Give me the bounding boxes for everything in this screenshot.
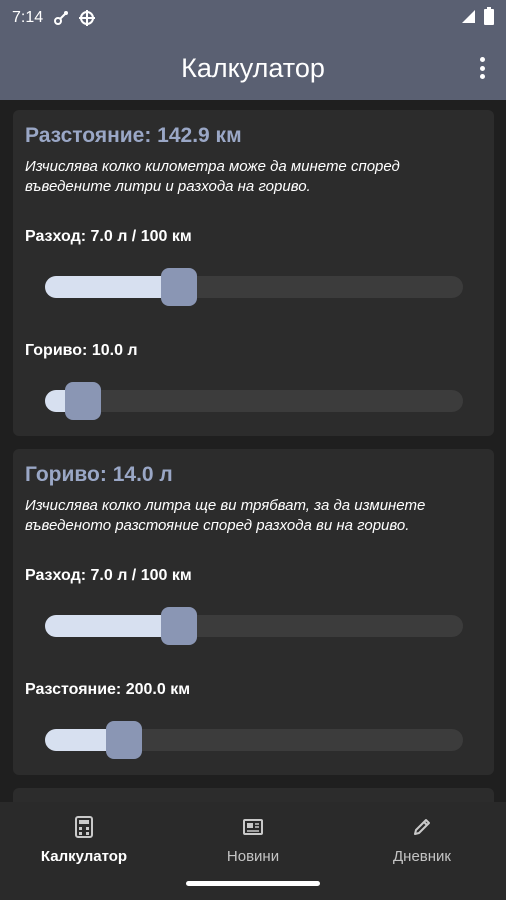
nav-item-news[interactable]: Новини: [183, 814, 323, 865]
consumption-label: Разход: 7.0 л / 100 км: [25, 228, 192, 245]
status-bar: 7:14: [0, 0, 506, 36]
nav-label-news: Новини: [226, 848, 280, 865]
consumption-label: Разход: 7.0 л / 100 км: [25, 567, 192, 584]
slider-fill: [45, 615, 179, 637]
fuel-label: Гориво: 10.0 л: [25, 342, 138, 359]
distance-label: Разстояние: 200.0 км: [25, 681, 191, 698]
signal-icon: [460, 8, 476, 29]
crosshair-notification-icon: [79, 10, 96, 26]
overflow-menu-icon[interactable]: [472, 54, 492, 82]
wrench-notification-icon: [53, 10, 69, 26]
slider-thumb[interactable]: [160, 607, 197, 645]
status-time: 7:14: [12, 9, 44, 26]
app-bar: Калкулатор: [0, 36, 506, 100]
consumption-slider[interactable]: [45, 607, 463, 645]
nav-label-calculator: Калкулатор: [40, 848, 128, 865]
pencil-icon: [412, 814, 432, 840]
slider-fill: [45, 276, 179, 298]
slider-thumb[interactable]: [64, 382, 101, 420]
distance-card: Разстояние: 142.9 км Изчислява колко кил…: [13, 110, 494, 436]
distance-result-title: Разстояние: 142.9 км: [25, 124, 242, 147]
newspaper-icon: [243, 814, 263, 840]
home-indicator[interactable]: [186, 881, 320, 886]
calculator-content: Разстояние: 142.9 км Изчислява колко кил…: [0, 100, 506, 802]
page-title: Калкулатор: [181, 52, 325, 83]
fuel-description: Изчислява колко литра ще ви трябват, за …: [25, 497, 426, 534]
nav-item-journal[interactable]: Дневник: [352, 814, 492, 865]
nav-label-journal: Дневник: [393, 848, 451, 865]
nav-item-calculator[interactable]: Калкулатор: [14, 814, 154, 865]
fuel-result-title: Гориво: 14.0 л: [25, 463, 173, 486]
distance-description: Изчислява колко километра може да минете…: [25, 158, 400, 195]
partial-card: [13, 788, 494, 802]
consumption-slider[interactable]: [45, 268, 463, 306]
calculator-icon: [75, 814, 93, 840]
fuel-slider[interactable]: [45, 382, 463, 420]
fuel-card: Гориво: 14.0 л Изчислява колко литра ще …: [13, 449, 494, 775]
battery-icon: [484, 6, 494, 30]
distance-slider[interactable]: [45, 721, 463, 759]
slider-thumb[interactable]: [106, 721, 143, 759]
slider-thumb[interactable]: [160, 268, 197, 306]
